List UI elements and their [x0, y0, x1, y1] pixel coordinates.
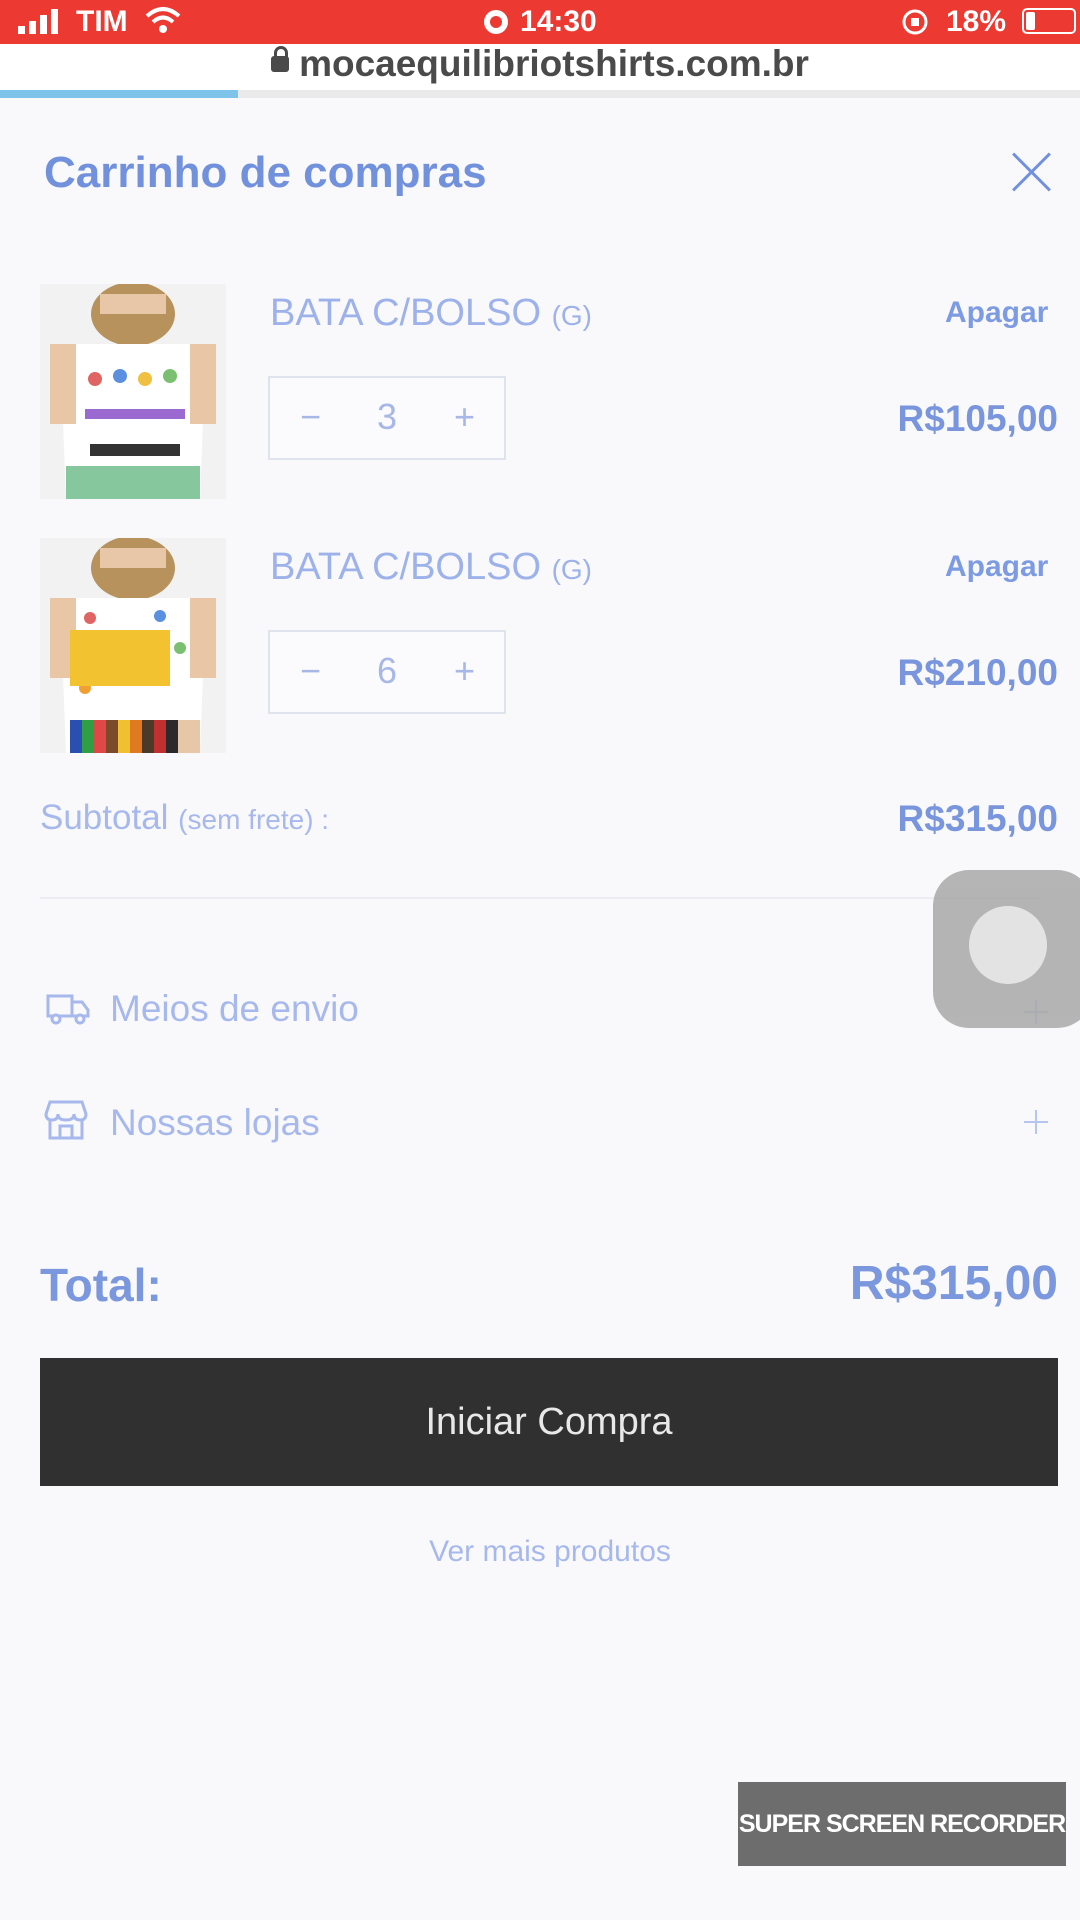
decrease-quantity-button[interactable]: − — [300, 650, 321, 692]
carrier-label: TIM — [76, 5, 128, 38]
cart-title: Carrinho de compras — [44, 148, 487, 197]
clock: 14:30 — [520, 5, 597, 38]
decrease-quantity-button[interactable]: − — [300, 396, 321, 438]
product-thumbnail[interactable] — [40, 284, 226, 499]
checkout-button[interactable]: Iniciar Compra — [40, 1358, 1058, 1486]
delete-item-button[interactable]: Apagar — [945, 296, 1048, 330]
cart-item-name[interactable]: BATA C/BOLSO (G) — [270, 546, 592, 589]
quantity-value[interactable]: 6 — [377, 650, 397, 692]
store-icon — [44, 1100, 88, 1140]
page-load-progress — [0, 90, 1080, 98]
delete-item-button[interactable]: Apagar — [945, 550, 1048, 584]
total-value: R$315,00 — [849, 1257, 1058, 1310]
assistive-touch-button[interactable] — [933, 870, 1080, 1028]
quantity-stepper[interactable]: − 6 + — [268, 630, 506, 714]
increase-quantity-button[interactable]: + — [454, 396, 475, 438]
quantity-stepper[interactable]: − 3 + — [268, 376, 506, 460]
battery-icon — [1022, 8, 1076, 34]
cart-item-price: R$105,00 — [897, 398, 1058, 439]
cart-item-price: R$210,00 — [897, 652, 1058, 693]
url-text: mocaequilibriotshirts.com.br — [299, 43, 809, 84]
cart-item-size: (G) — [551, 554, 593, 585]
our-stores-row[interactable]: Nossas lojas — [40, 1094, 1060, 1154]
divider — [40, 897, 1040, 899]
close-icon[interactable] — [1010, 150, 1054, 194]
screen-recorder-badge: SUPER SCREEN RECORDER — [738, 1782, 1066, 1866]
more-products-link[interactable]: Ver mais produtos — [0, 1535, 1080, 1569]
shipping-options-label: Meios de envio — [110, 988, 359, 1029]
subtotal-value: R$315,00 — [897, 798, 1058, 839]
shipping-options-row[interactable]: Meios de envio — [40, 980, 1060, 1040]
quantity-value[interactable]: 3 — [377, 396, 397, 438]
status-bar: TIM 14:30 18% — [0, 0, 1080, 44]
orientation-lock-icon — [902, 9, 928, 35]
lock-icon — [271, 46, 290, 72]
total-label: Total: — [40, 1259, 162, 1311]
truck-icon — [46, 994, 90, 1025]
page-load-progress-fill — [0, 90, 238, 98]
product-thumbnail[interactable] — [40, 538, 226, 753]
wifi-icon — [145, 7, 181, 33]
recording-icon — [484, 10, 508, 34]
subtotal-label: Subtotal (sem frete) : — [40, 798, 330, 837]
subtotal-note: (sem frete) : — [178, 804, 330, 835]
our-stores-label: Nossas lojas — [110, 1102, 320, 1143]
increase-quantity-button[interactable]: + — [454, 650, 475, 692]
cart-item-name[interactable]: BATA C/BOLSO (G) — [270, 292, 592, 335]
url-bar[interactable]: mocaequilibriotshirts.com.br — [0, 44, 1080, 90]
signal-icon — [18, 9, 58, 34]
cart-item-size: (G) — [551, 300, 593, 331]
expand-plus-icon[interactable] — [1024, 1110, 1048, 1134]
battery-percent: 18% — [946, 5, 1007, 38]
